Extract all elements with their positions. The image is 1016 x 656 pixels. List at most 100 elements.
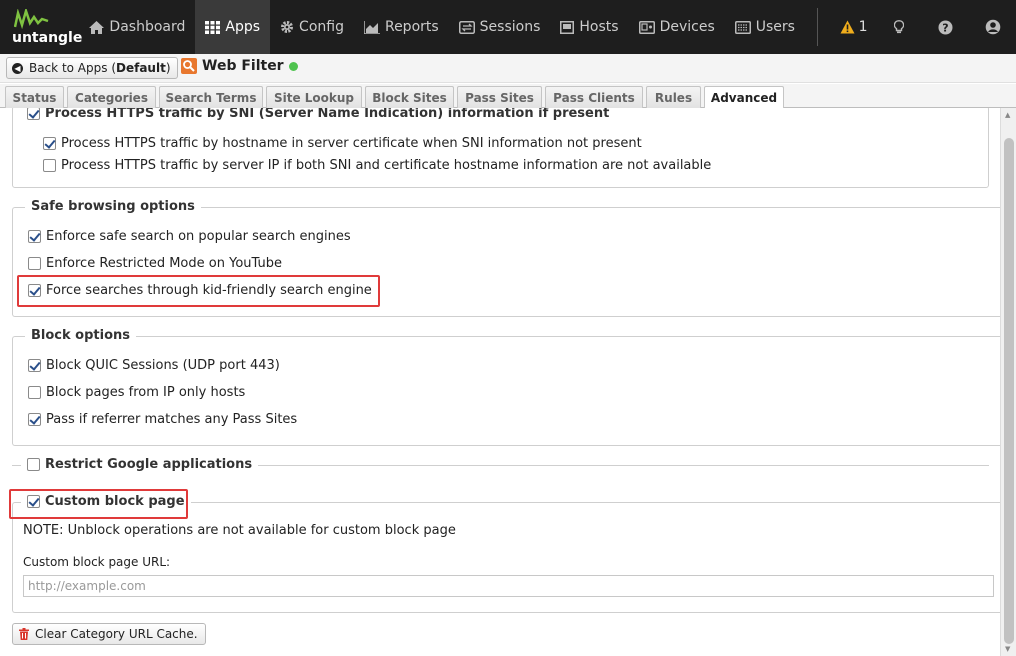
safe-browsing-legend: Safe browsing options [25,199,201,214]
svg-text:?: ? [942,21,948,34]
hosts-icon [560,20,575,34]
app-status-indicator [288,61,298,71]
custom-block-url-input[interactable]: http://example.com [23,575,994,597]
safe-search-checkbox[interactable] [28,230,41,243]
https-hostname-checkbox[interactable] [43,137,56,150]
block-quic-label: Block QUIC Sessions (UDP port 443) [46,358,280,373]
kid-friendly-highlight-box [17,275,380,307]
nav-devices-label: Devices [659,19,715,35]
nav-config-label: Config [299,19,344,35]
pass-referrer-option[interactable]: Pass if referrer matches any Pass Sites [28,412,297,427]
https-server-ip-label: Process HTTPS traffic by server IP if bo… [61,158,712,173]
pass-referrer-checkbox[interactable] [28,413,41,426]
clear-category-cache-label: Clear Category URL Cache. [35,627,198,641]
nav-devices[interactable]: Devices [629,0,725,54]
tab-categories[interactable]: Categories [67,86,156,108]
back-button-policy: Default [116,61,166,75]
nav-divider [816,8,818,46]
web-filter-app-icon [181,58,197,74]
custom-block-url-placeholder: http://example.com [28,579,146,593]
area-chart-icon [363,20,380,34]
https-server-ip-checkbox[interactable] [43,159,56,172]
tab-advanced[interactable]: Advanced [704,86,784,109]
nav-apps-label: Apps [225,19,261,35]
tab-search-terms[interactable]: Search Terms [159,86,263,108]
devices-icon [638,20,655,34]
tips-button[interactable] [875,0,922,54]
nav-apps[interactable]: Apps [195,0,271,54]
top-navigation-bar: untangle Dashboard Apps Config Reports S… [0,0,1016,54]
nav-reports-label: Reports [384,19,439,35]
block-quic-option[interactable]: Block QUIC Sessions (UDP port 443) [28,358,280,373]
logo-wave-icon [14,9,49,29]
nav-reports[interactable]: Reports [354,0,449,54]
help-button[interactable]: ? [922,0,969,54]
home-icon [89,20,105,34]
clear-category-cache-button[interactable]: Clear Category URL Cache. [12,623,206,645]
alert-count: 1 [858,19,868,35]
tab-status[interactable]: Status [5,86,64,108]
tab-pass-sites[interactable]: Pass Sites [457,86,542,108]
back-arrow-icon: ◀ [12,62,23,74]
https-sni-checkbox[interactable] [27,108,40,120]
nav-hosts-label: Hosts [579,19,619,35]
back-to-apps-button[interactable]: ◀ Back to Apps (Default) [6,57,178,79]
google-apps-checkbox[interactable] [27,458,40,471]
nav-dashboard-label: Dashboard [109,19,186,35]
logo-text: untangle [12,30,83,46]
trash-icon [19,628,29,640]
nav-sessions-label: Sessions [479,19,541,35]
tab-pass-clients[interactable]: Pass Clients [545,86,643,108]
tab-rules[interactable]: Rules [646,86,701,108]
back-button-prefix: Back to Apps ( [29,61,116,75]
youtube-restricted-option[interactable]: Enforce Restricted Mode on YouTube [28,256,282,271]
block-ip-hosts-option[interactable]: Block pages from IP only hosts [28,385,245,400]
sessions-icon [458,20,475,34]
pass-referrer-label: Pass if referrer matches any Pass Sites [46,412,298,427]
google-apps-legend[interactable]: Restrict Google applications [21,457,259,472]
block-quic-checkbox[interactable] [28,359,41,372]
help-icon: ? [938,20,953,35]
advanced-settings-panel: Process HTTPS traffic by SNI (Server Nam… [0,108,1000,656]
safe-search-label: Enforce safe search on popular search en… [46,229,351,244]
https-hostname-option[interactable]: Process HTTPS traffic by hostname in ser… [43,136,642,151]
custom-block-page-highlight-box [9,489,188,519]
custom-block-url-label: Custom block page URL: [23,555,171,569]
nav-sessions[interactable]: Sessions [449,0,551,54]
youtube-restricted-label: Enforce Restricted Mode on YouTube [46,256,282,271]
https-server-ip-option[interactable]: Process HTTPS traffic by server IP if bo… [43,158,711,173]
tab-site-lookup[interactable]: Site Lookup [266,86,362,108]
lightbulb-icon [893,20,904,34]
google-apps-rule-right [215,465,989,466]
settings-tabs: Status Categories Search Terms Site Look… [0,84,1016,109]
vertical-scrollbar[interactable]: ▲ ▼ [1000,108,1016,656]
nav-dashboard[interactable]: Dashboard [79,0,195,54]
scrollbar-thumb[interactable] [1004,138,1014,644]
nav-hosts[interactable]: Hosts [550,0,628,54]
user-account-icon [985,19,1001,35]
https-hostname-label: Process HTTPS traffic by hostname in ser… [61,136,642,151]
back-button-suffix: ) [165,61,171,75]
nav-users-label: Users [755,19,795,35]
custom-block-page-note: NOTE: Unblock operations are not availab… [23,523,456,538]
account-button[interactable] [969,0,1016,54]
tab-block-sites[interactable]: Block Sites [365,86,454,108]
gear-icon [280,20,294,34]
scroll-down-arrow-icon[interactable]: ▼ [1005,645,1010,653]
https-sni-legend[interactable]: Process HTTPS traffic by SNI (Server Nam… [21,108,616,121]
scroll-up-arrow-icon[interactable]: ▲ [1005,111,1010,119]
warning-icon [840,20,855,34]
nav-config[interactable]: Config [270,0,354,54]
block-options-legend: Block options [25,328,137,343]
nav-users[interactable]: Users [725,0,805,54]
app-title-text: Web Filter [202,58,284,74]
youtube-restricted-checkbox[interactable] [28,257,41,270]
alerts-button[interactable]: 1 [832,0,875,54]
block-ip-hosts-checkbox[interactable] [28,386,41,399]
block-ip-hosts-label: Block pages from IP only hosts [46,385,246,400]
safe-search-option[interactable]: Enforce safe search on popular search en… [28,229,351,244]
untangle-logo[interactable]: untangle [0,0,83,54]
google-apps-label: Restrict Google applications [45,457,253,472]
apps-grid-icon [205,20,221,34]
breadcrumb-bar: ◀ Back to Apps (Default) Web Filter [0,54,1016,83]
